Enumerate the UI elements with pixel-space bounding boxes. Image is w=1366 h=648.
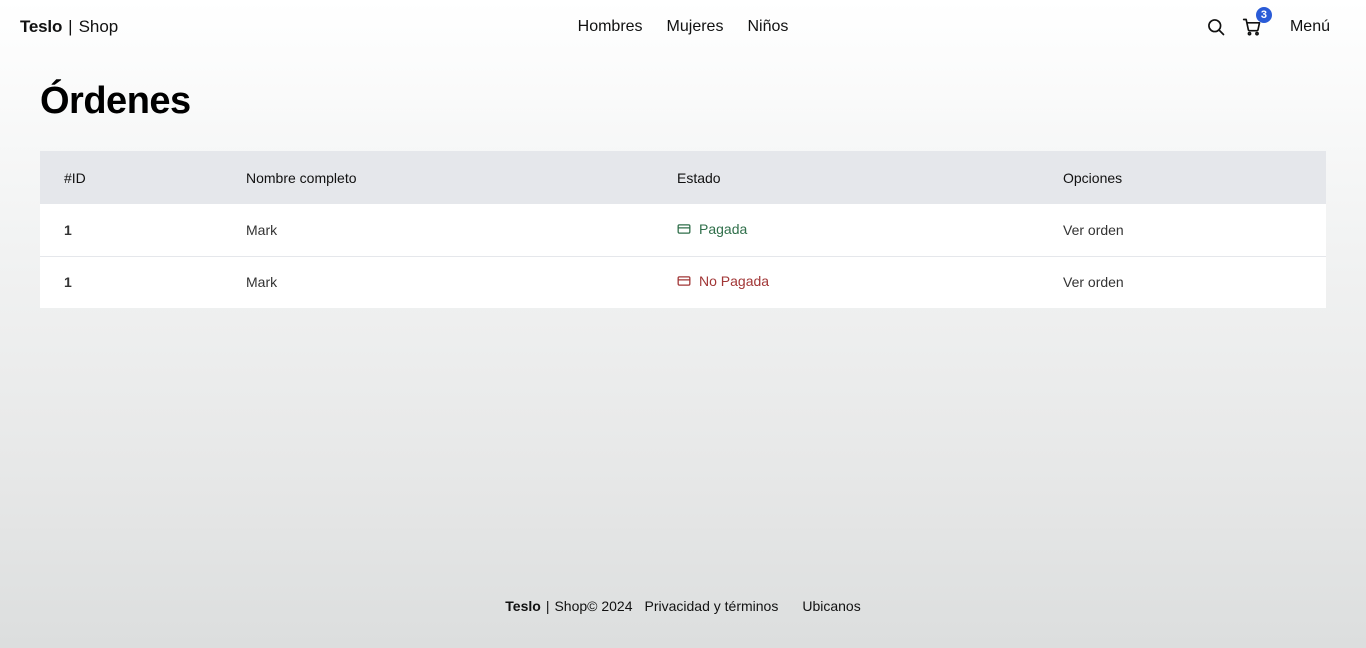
brand-logo-link[interactable]: Teslo | Shop	[20, 17, 118, 37]
table-row: 1 Mark No Pagada Ver orden	[40, 256, 1326, 308]
brand-name: Teslo	[20, 17, 63, 36]
status-label: No Pagada	[699, 273, 770, 290]
order-id-cell: 1	[64, 274, 72, 291]
orders-table: #ID Nombre completo Estado Opciones 1 Ma…	[40, 151, 1326, 308]
cart-button[interactable]: 3	[1240, 7, 1272, 39]
status-badge: Pagada	[677, 221, 747, 237]
order-options-cell: Ver orden	[1039, 256, 1326, 308]
order-name-cell: Mark	[246, 221, 278, 238]
credit-card-icon	[677, 276, 691, 286]
page-title: Órdenes	[40, 80, 191, 122]
footer: Teslo | Shop © 2024 Privacidad y término…	[0, 594, 1366, 618]
column-header-id: #ID	[64, 169, 86, 186]
table-body: 1 Mark Pagada Ver orden 1 Mark No Pagada…	[40, 204, 1326, 308]
column-header-name: Nombre completo	[246, 169, 357, 186]
view-order-link[interactable]: Ver orden	[1063, 274, 1124, 290]
table-header-row: #ID Nombre completo Estado Opciones	[40, 151, 1326, 204]
privacy-terms-link[interactable]: Privacidad y términos	[645, 598, 779, 614]
nav-link-hombres[interactable]: Hombres	[570, 12, 651, 42]
cart-count-badge: 3	[1255, 7, 1272, 23]
category-nav: Hombres Mujeres Niños	[0, 0, 1366, 54]
nav-link-mujeres[interactable]: Mujeres	[659, 12, 732, 42]
nav-link-ninos[interactable]: Niños	[739, 12, 796, 42]
view-order-link[interactable]: Ver orden	[1063, 222, 1124, 238]
footer-copyright: © 2024	[587, 598, 633, 614]
status-label: Pagada	[699, 220, 748, 237]
footer-brand-name: Teslo	[505, 598, 541, 614]
table-header: #ID Nombre completo Estado Opciones	[40, 151, 1326, 204]
order-name-cell: Mark	[246, 274, 278, 291]
status-badge: No Pagada	[677, 273, 769, 289]
column-header-options: Opciones	[1063, 169, 1123, 186]
brand-shop: Shop	[78, 17, 119, 36]
location-link[interactable]: Ubicanos	[802, 598, 860, 614]
credit-card-icon	[677, 224, 691, 234]
column-header-status: Estado	[677, 169, 721, 186]
table-row: 1 Mark Pagada Ver orden	[40, 204, 1326, 256]
brand-separator: |	[68, 17, 73, 36]
order-status-cell: Pagada	[653, 204, 1039, 256]
menu-button[interactable]: Menú	[1278, 12, 1346, 42]
order-options-cell: Ver orden	[1039, 204, 1326, 256]
header-actions: 3 Menú	[1204, 7, 1346, 42]
search-icon	[1208, 19, 1225, 36]
order-id-cell: 1	[64, 221, 72, 238]
search-button[interactable]	[1204, 15, 1228, 39]
footer-brand-separator: |	[545, 598, 550, 614]
footer-brand-shop: Shop	[554, 598, 588, 614]
top-navbar: Teslo | Shop Hombres Mujeres Niños 3 Men…	[0, 0, 1366, 54]
order-status-cell: No Pagada	[653, 256, 1039, 308]
